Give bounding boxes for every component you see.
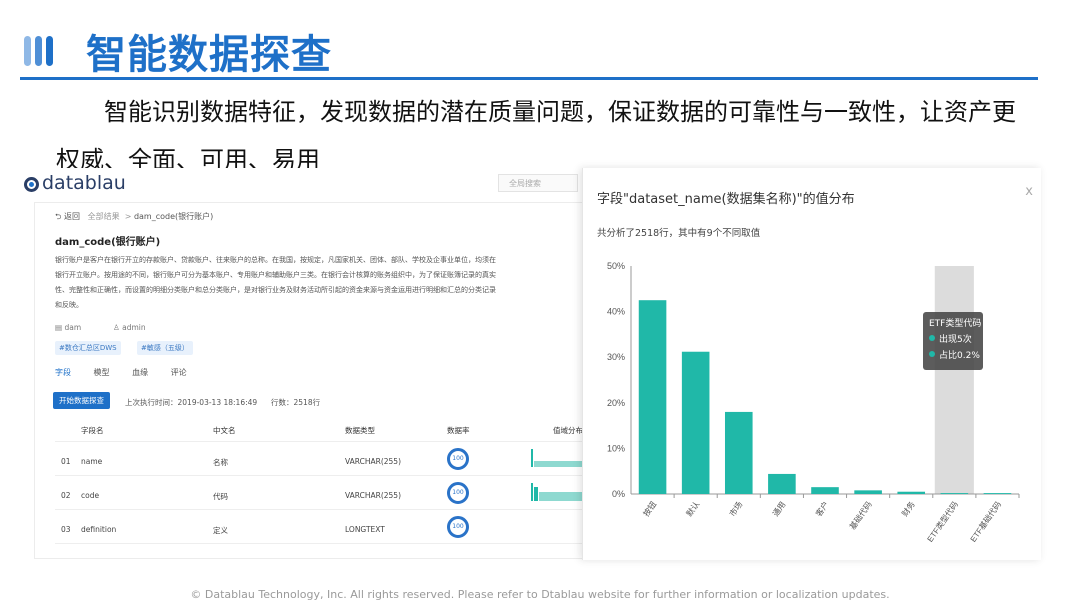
row-field: definition — [81, 525, 117, 534]
row-type: VARCHAR(255) — [345, 457, 402, 466]
back-icon[interactable]: ⮌ — [55, 212, 61, 221]
row-field: name — [81, 457, 103, 466]
user-icon: ♙ — [113, 323, 120, 332]
bar — [724, 411, 753, 494]
y-tick-label: 40% — [607, 307, 625, 317]
col-rate: 数据率 — [447, 426, 470, 435]
tooltip-title: ETF类型代码 — [929, 319, 982, 329]
asset-tabs: 字段 模型 血缘 评论 — [55, 367, 207, 378]
bar — [681, 351, 710, 494]
divider — [55, 509, 583, 510]
col-field-name: 字段名 — [81, 426, 104, 435]
y-tick-label: 0% — [612, 489, 625, 499]
owner-user: ♙ admin — [113, 323, 146, 332]
product-screenshot: datablau 全局搜索 ⮌ 返回 全部结果 > dam_code(银行账户)… — [20, 168, 1041, 563]
hover-band — [934, 266, 974, 494]
rate-ring: 100 — [447, 516, 469, 538]
value-distribution-panel: 字段"dataset_name(数据集名称)"的值分布 x 共分析了2518行，… — [582, 168, 1041, 560]
row-no: 01 — [61, 457, 71, 466]
copyright-footer: © Datablau Technology, Inc. All rights r… — [190, 588, 890, 601]
tab-lineage[interactable]: 血缘 — [132, 368, 148, 377]
tab-fields[interactable]: 字段 — [55, 368, 71, 377]
logo-text: datablau — [42, 172, 126, 194]
database-icon: ▤ — [55, 323, 63, 332]
asset-detail-panel: ⮌ 返回 全部结果 > dam_code(银行账户) dam_code(银行账户… — [34, 202, 584, 559]
tag-sensitive[interactable]: #敏感（五级） — [137, 341, 193, 355]
row-cn: 名称 — [213, 458, 228, 467]
distribution-sparkline — [531, 449, 583, 467]
divider — [55, 543, 583, 544]
row-type: LONGTEXT — [345, 525, 385, 534]
x-tick-label: ETF基础代码 — [968, 499, 1003, 543]
asset-description: 银行账户是客户在银行开立的存款账户、贷款账户、往来账户的总称。在我国，按规定，凡… — [55, 256, 496, 309]
title-decoration — [24, 36, 64, 66]
tab-model[interactable]: 模型 — [94, 368, 110, 377]
y-tick-label: 20% — [607, 398, 625, 408]
x-tick-label: 市场 — [727, 499, 744, 518]
series-dot-icon — [929, 335, 935, 341]
y-tick-label: 10% — [607, 443, 625, 453]
row-field: code — [81, 491, 100, 500]
close-icon[interactable]: x — [1025, 184, 1033, 199]
datablau-logo[interactable]: datablau — [24, 172, 126, 194]
tooltip-count: 出现5次 — [929, 332, 977, 348]
chart-tooltip: ETF类型代码 出现5次 占比0.2% — [923, 312, 983, 370]
row-no: 02 — [61, 491, 71, 500]
global-search-input[interactable]: 全局搜索 — [498, 174, 578, 192]
start-probe-button[interactable]: 开始数据探查 — [53, 392, 110, 409]
col-cn-name: 中文名 — [213, 426, 236, 435]
rate-ring: 100 — [447, 448, 469, 470]
distribution-sparkline — [531, 483, 583, 501]
bar — [638, 300, 667, 494]
slide-title: 智能数据探查 — [86, 32, 332, 78]
col-distribution: 值域分布 — [553, 426, 583, 435]
bar — [854, 490, 882, 494]
tab-comments[interactable]: 评论 — [171, 368, 187, 377]
bar — [940, 493, 969, 494]
y-tick-label: 30% — [607, 352, 625, 362]
tooltip-ratio: 占比0.2% — [929, 348, 980, 364]
bar — [983, 493, 1012, 494]
bar — [897, 491, 926, 494]
col-data-type: 数据类型 — [345, 426, 375, 435]
breadcrumb-all[interactable]: 全部结果 — [88, 212, 120, 221]
row-cn: 定义 — [213, 526, 228, 535]
logo-icon — [24, 177, 39, 192]
rate-ring: 100 — [447, 482, 469, 504]
x-tick-label: 按钮 — [641, 499, 658, 518]
owner-db: ▤ dam — [55, 323, 82, 332]
y-tick-label: 50% — [607, 261, 625, 271]
x-tick-label: 客户 — [813, 499, 830, 518]
bar — [768, 473, 796, 494]
breadcrumb: ⮌ 返回 全部结果 > dam_code(银行账户) — [55, 212, 214, 221]
divider — [55, 441, 583, 442]
bar — [811, 487, 839, 494]
row-type: VARCHAR(255) — [345, 491, 402, 500]
asset-title: dam_code(银行账户) — [55, 237, 161, 248]
x-tick-label: ETF类型代码 — [925, 499, 960, 543]
app-topbar: datablau 全局搜索 — [20, 168, 585, 196]
row-no: 03 — [61, 525, 71, 534]
row-count: 行数：2518行 — [271, 398, 321, 407]
panel-title: 字段"dataset_name(数据集名称)"的值分布 — [597, 192, 855, 207]
breadcrumb-back[interactable]: 返回 — [64, 212, 80, 221]
x-tick-label: 默认 — [684, 499, 701, 518]
divider — [55, 475, 583, 476]
last-run: 上次执行时间：2019-03-13 18:16:49 — [125, 398, 258, 407]
value-distribution-chart: 0% 10% 20% 30% 40% 50% 按钮 默认 市场 通用 客户 基础代码 财务 ETF类型代码… — [607, 261, 1020, 544]
x-tick-label: 通用 — [770, 499, 787, 518]
series-dot-icon — [929, 351, 935, 357]
title-divider — [20, 77, 1038, 80]
breadcrumb-current: dam_code(银行账户) — [133, 212, 214, 221]
x-tick-label: 基础代码 — [847, 499, 874, 531]
row-cn: 代码 — [213, 492, 228, 501]
x-tick-label: 财务 — [899, 499, 916, 518]
tag-dws[interactable]: #数仓汇总区DWS — [55, 341, 121, 355]
panel-summary: 共分析了2518行，其中有9个不同取值 — [597, 228, 761, 239]
